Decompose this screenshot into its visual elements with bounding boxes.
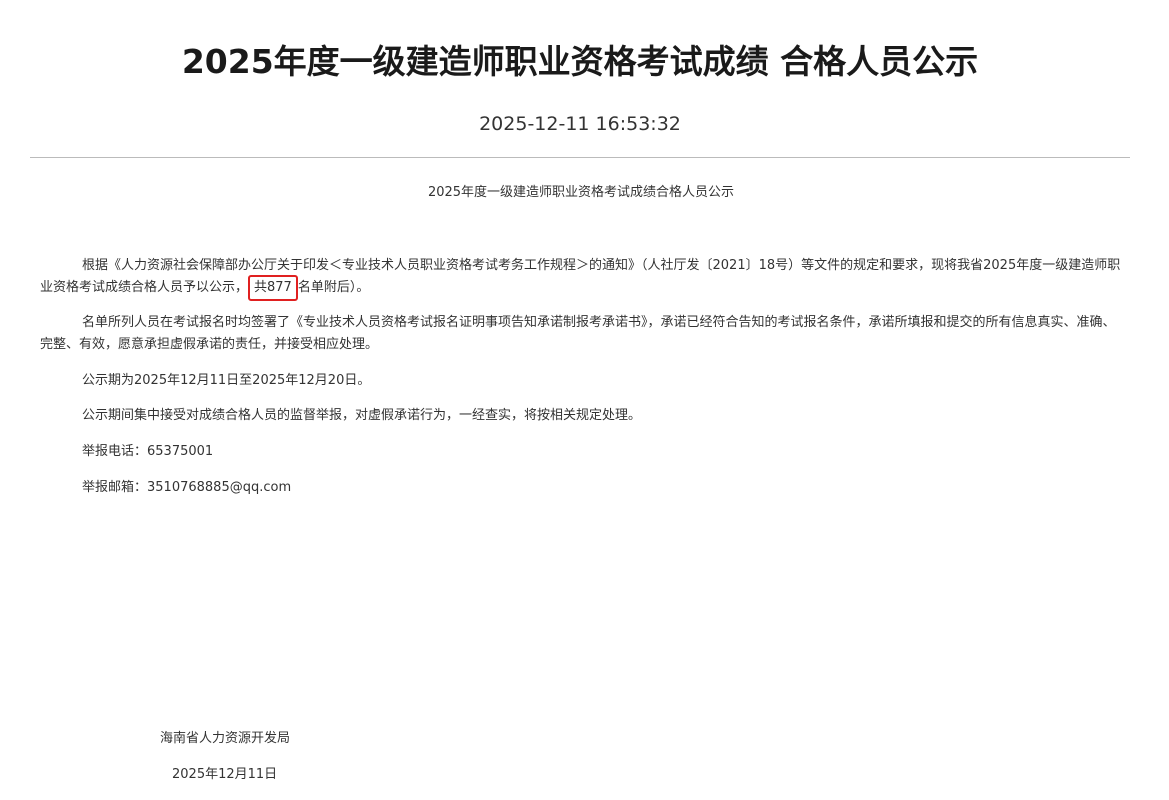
page-title: 2025年度一级建造师职业资格考试成绩 合格人员公示	[181, 42, 979, 81]
publish-datetime: 2025-12-11 16:53:32	[479, 113, 681, 135]
article-subtitle: 2025年度一级建造师职业资格考试成绩合格人员公示	[427, 185, 735, 200]
paragraph-period: 公示期为2025年12月11日至2025年12月20日。	[82, 373, 371, 388]
highlighted-count: 共877	[248, 275, 298, 301]
header-divider	[30, 157, 1130, 158]
paragraph-supervision: 公示期间集中接受对成绩合格人员的监督举报，对虚假承诺行为，一经查实，将按相关规定…	[82, 408, 642, 423]
report-phone: 举报电话：65375001	[82, 444, 214, 459]
report-email: 举报邮箱：3510768885@qq.com	[82, 480, 292, 495]
signature-date: 2025年12月11日	[172, 767, 278, 782]
paragraph-basis-tail: 名单附后）。	[297, 280, 370, 295]
paragraph-commitment: 名单所列人员在考试报名时均签署了《专业技术人员资格考试报名证明事项告知承诺制报考…	[40, 315, 1116, 352]
paragraph-basis: 根据《人力资源社会保障部办公厅关于印发＜专业技术人员职业资格考试考务工作规程＞的…	[40, 255, 1122, 301]
signature-organization: 海南省人力资源开发局	[160, 731, 291, 746]
paragraph-basis-text: 根据《人力资源社会保障部办公厅关于印发＜专业技术人员职业资格考试考务工作规程＞的…	[40, 258, 1121, 295]
